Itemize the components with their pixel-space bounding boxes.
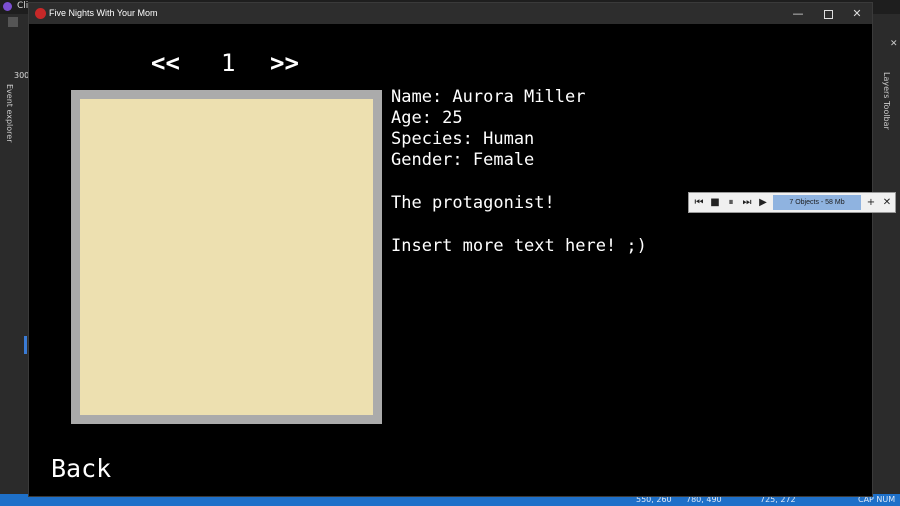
character-gender: Gender: Female [391, 150, 535, 170]
editor-left-panel: 300 Event explorer [0, 14, 29, 494]
character-description: The protagonist! [391, 193, 555, 213]
panel-close-icon[interactable]: ✕ [890, 39, 898, 49]
debugger-status: 7 Objects - 58 Mb [773, 195, 861, 210]
maximize-button[interactable] [813, 3, 843, 24]
close-icon[interactable]: ✕ [879, 195, 895, 211]
plus-icon[interactable]: + [863, 195, 879, 211]
character-age: Age: 25 [391, 108, 463, 128]
window-titlebar[interactable]: Five Nights With Your Mom — ✕ [29, 3, 872, 24]
event-explorer-tab[interactable]: Event explorer [5, 84, 14, 143]
character-name: Name: Aurora Miller [391, 87, 586, 107]
prev-page-button[interactable]: << [151, 49, 180, 77]
toolbar-icon[interactable] [8, 17, 18, 27]
game-window: Five Nights With Your Mom — ✕ << 1 >> Na… [28, 2, 873, 497]
skip-back-icon[interactable]: ⏮ [691, 195, 707, 211]
window-title: Five Nights With Your Mom [49, 8, 158, 18]
character-extra-text: Insert more text here! ;) [391, 236, 647, 256]
app-icon [35, 8, 46, 19]
minimize-button[interactable]: — [783, 3, 813, 24]
back-button[interactable]: Back [51, 454, 111, 483]
character-info: Name: Aurora Miller Age: 25 Species: Hum… [391, 87, 647, 257]
character-portrait [80, 99, 373, 415]
debugger-toolbar: ⏮ ■ ⏸ ⏭ ▶ 7 Objects - 58 Mb + ✕ [688, 192, 896, 213]
editor-right-panel: ✕ Layers Toolbar [873, 14, 900, 494]
stop-icon[interactable]: ■ [707, 195, 723, 211]
app-logo-icon [3, 2, 12, 11]
pause-icon[interactable]: ⏸ [723, 195, 739, 211]
step-icon[interactable]: ⏭ [739, 195, 755, 211]
character-species: Species: Human [391, 129, 535, 149]
next-page-button[interactable]: >> [270, 49, 299, 77]
layers-toolbar-tab[interactable]: Layers Toolbar [882, 72, 891, 130]
editor-title: Cli [17, 1, 29, 11]
character-portrait-frame [71, 90, 382, 424]
close-button[interactable]: ✕ [842, 3, 872, 24]
play-icon[interactable]: ▶ [755, 195, 771, 211]
maximize-icon [823, 10, 833, 19]
selection-indicator [24, 336, 27, 354]
zoom-value[interactable]: 300 [14, 71, 29, 80]
page-number: 1 [221, 49, 236, 77]
